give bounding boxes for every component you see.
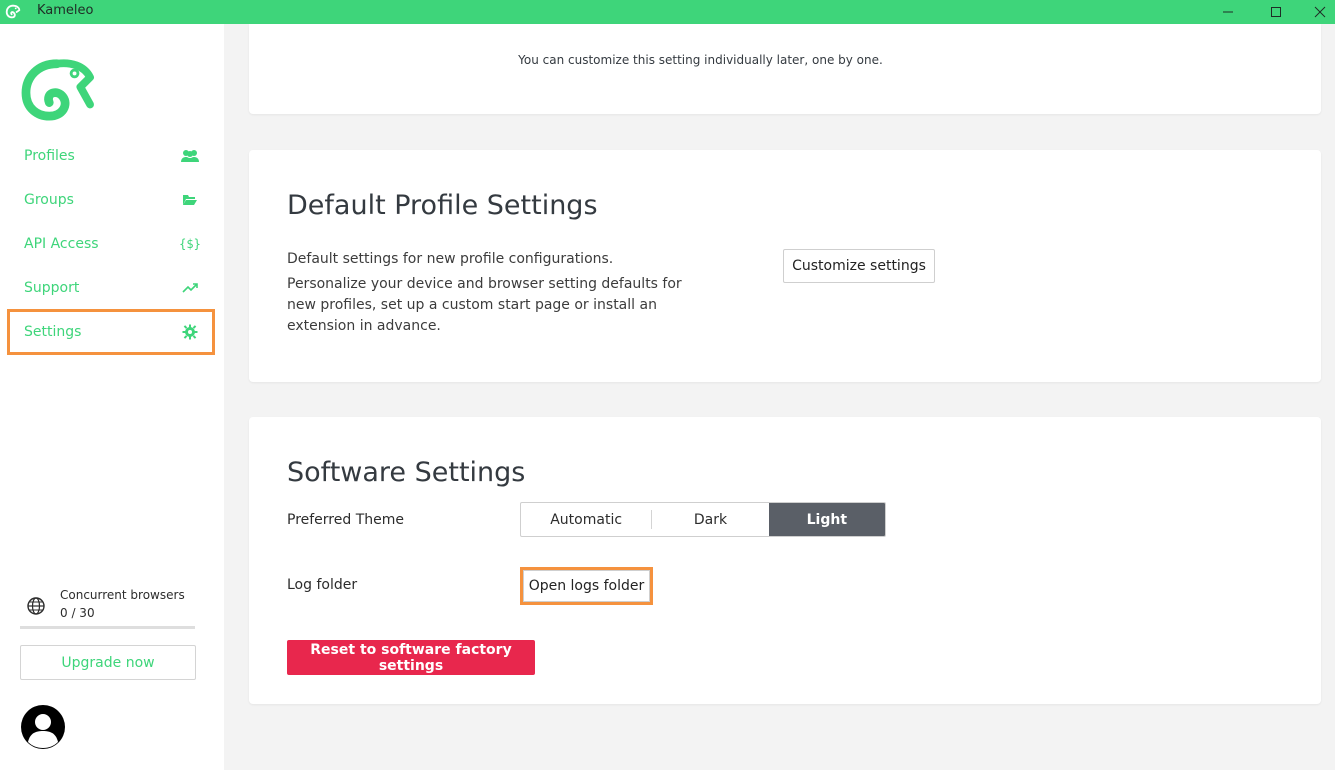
sidebar-item-groups[interactable]: Groups <box>10 180 212 220</box>
globe-icon <box>27 597 45 615</box>
window-title: Kameleo <box>37 3 94 18</box>
concurrent-browsers-count: 0 / 30 <box>60 606 95 620</box>
concurrent-browsers-progress <box>20 626 195 629</box>
close-button[interactable] <box>1298 0 1335 24</box>
sidebar-item-support[interactable]: Support <box>10 268 212 308</box>
preferred-theme-label: Preferred Theme <box>287 512 404 528</box>
profile-settings-card-partial: You can customize this setting individua… <box>249 24 1321 114</box>
software-settings-title: Software Settings <box>287 457 526 488</box>
code-braces-icon: {$} <box>179 237 201 251</box>
sidebar-item-label: Groups <box>24 192 74 208</box>
sidebar-item-label: Support <box>24 280 80 296</box>
theme-option-light[interactable]: Light <box>768 503 885 536</box>
sidebar-item-profiles[interactable]: Profiles <box>10 136 212 176</box>
maximize-button[interactable] <box>1254 0 1298 24</box>
default-profile-detail: Personalize your device and browser sett… <box>287 276 682 334</box>
sidebar-item-label: Profiles <box>24 148 75 164</box>
default-profile-settings-card: Default Profile Settings Default setting… <box>249 150 1321 382</box>
default-profile-settings-title: Default Profile Settings <box>287 190 598 221</box>
sidebar-item-label: API Access <box>24 236 99 252</box>
concurrent-browsers-label: Concurrent browsers <box>60 588 185 602</box>
sidebar-item-label: Settings <box>24 324 82 340</box>
open-logs-folder-button[interactable]: Open logs folder <box>523 570 650 602</box>
trend-up-icon <box>180 280 200 296</box>
title-bar: Kameleo <box>0 0 1335 24</box>
sidebar-item-api-access[interactable]: API Access {$} <box>10 224 212 264</box>
log-folder-label: Log folder <box>287 577 358 593</box>
theme-selector: Automatic Dark Light <box>520 502 886 537</box>
default-profile-desc: Default settings for new profile configu… <box>287 251 614 267</box>
theme-option-dark[interactable]: Dark <box>652 503 768 536</box>
customize-settings-button[interactable]: Customize settings <box>783 249 935 283</box>
user-avatar[interactable] <box>20 704 66 750</box>
users-icon <box>180 148 200 164</box>
maximize-icon <box>1271 7 1281 17</box>
theme-option-automatic[interactable]: Automatic <box>521 503 651 536</box>
minimize-button[interactable] <box>1206 0 1250 24</box>
software-settings-card: Software Settings Preferred Theme Automa… <box>249 417 1321 704</box>
minimize-icon <box>1223 11 1233 13</box>
customize-note: You can customize this setting individua… <box>518 53 883 67</box>
close-icon <box>1314 6 1326 18</box>
concurrent-browsers: Concurrent browsers 0 / 30 <box>20 586 196 630</box>
upgrade-now-button[interactable]: Upgrade now <box>20 645 196 680</box>
kameleo-logo <box>21 59 94 121</box>
folder-open-icon <box>180 192 200 208</box>
kameleo-logo-icon <box>5 4 21 19</box>
open-logs-highlight: Open logs folder <box>520 567 653 605</box>
gear-icon <box>180 324 200 340</box>
reset-factory-settings-button[interactable]: Reset to software factory settings <box>287 640 535 675</box>
sidebar: Profiles Groups API Access {$} Support S… <box>0 24 224 770</box>
sidebar-item-settings[interactable]: Settings <box>7 309 215 355</box>
